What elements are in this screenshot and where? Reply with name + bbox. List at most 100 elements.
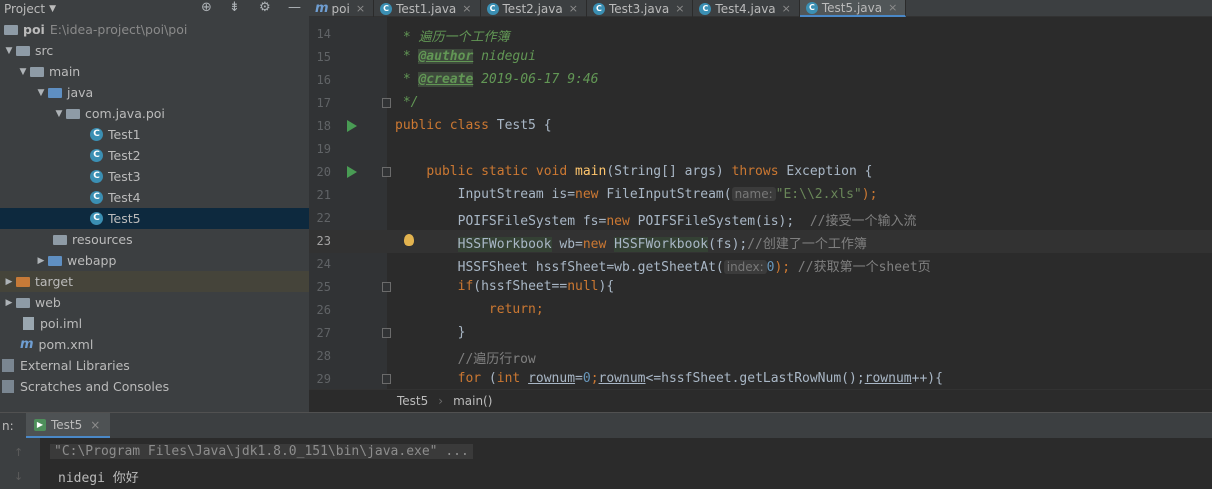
resources-folder-icon — [53, 234, 67, 245]
tree-item-web[interactable]: ▶ web — [0, 292, 309, 313]
tree-item-test1[interactable]: C Test1 — [0, 124, 309, 145]
tree-item-label: Test3 — [108, 169, 141, 184]
close-icon[interactable]: × — [569, 2, 578, 15]
java-class-icon: C — [699, 2, 712, 15]
tab-test3[interactable]: C Test3.java × — [587, 0, 694, 17]
folder-icon — [16, 297, 30, 308]
tree-item-target[interactable]: ▶ target — [0, 271, 309, 292]
code-line[interactable]: 15 * @author nidegui — [309, 46, 1212, 69]
arrow-down-icon[interactable]: ↓ — [14, 470, 23, 483]
tab-label: Test4.java — [715, 1, 776, 16]
code-text: (hssfSheet== — [473, 279, 568, 294]
excluded-folder-icon — [16, 276, 30, 287]
code-line[interactable]: 26 return; — [309, 299, 1212, 322]
code-line-current[interactable]: 23 HSSFWorkbook wb=new HSSFWorkbook(fs);… — [309, 230, 1212, 253]
code-line[interactable]: 19 — [309, 138, 1212, 161]
code-line[interactable]: 29 for (int rownum=0;rownum<=hssfSheet.g… — [309, 368, 1212, 389]
chevron-right-icon[interactable]: ▶ — [34, 256, 48, 266]
code-text: ){ — [598, 279, 615, 294]
tab-poi[interactable]: m poi × — [309, 0, 375, 17]
tree-item-src[interactable]: ▼ src — [0, 40, 309, 61]
tree-item-label: pom.xml — [38, 337, 94, 352]
collapse-icon[interactable]: ⇟ — [229, 0, 240, 15]
breadcrumb-method[interactable]: main() — [453, 394, 492, 408]
fold-marker-icon[interactable] — [382, 167, 391, 177]
fold-marker-icon[interactable] — [382, 282, 391, 292]
code-line[interactable]: 22 POIFSFileSystem fs=new POIFSFileSyste… — [309, 207, 1212, 230]
tree-item-label: poi.iml — [40, 316, 83, 331]
tree-item-external-libraries[interactable]: External Libraries — [0, 355, 309, 376]
tree-item-test2[interactable]: C Test2 — [0, 145, 309, 166]
tree-item-main[interactable]: ▼ main — [0, 61, 309, 82]
code-text: FileInputStream( — [598, 187, 732, 202]
code-line[interactable]: 17 */ — [309, 92, 1212, 115]
tab-test5[interactable]: C Test5.java × — [799, 0, 907, 17]
code-line[interactable]: 16 * @create 2019-06-17 9:46 — [309, 69, 1212, 92]
close-icon[interactable]: × — [462, 2, 471, 15]
run-tab-test5[interactable]: ▶ Test5 × — [26, 413, 111, 438]
line-number: 19 — [316, 142, 331, 156]
close-icon[interactable]: × — [90, 418, 100, 432]
arrow-up-icon[interactable]: ↑ — [14, 446, 23, 459]
code-line[interactable]: 14 * 遍历一个工作簿 — [309, 23, 1212, 46]
tab-test1[interactable]: C Test1.java × — [374, 0, 481, 17]
fold-marker-icon[interactable] — [382, 374, 391, 384]
tree-item-poi-iml[interactable]: poi.iml — [0, 313, 309, 334]
breadcrumb-class[interactable]: Test5 — [397, 394, 428, 408]
chevron-down-icon[interactable]: ▼ — [16, 67, 30, 77]
tab-test4[interactable]: C Test4.java × — [693, 0, 800, 17]
code-text: (fs); — [708, 237, 748, 252]
tree-item-pom[interactable]: m pom.xml — [0, 334, 309, 355]
line-number: 23 — [316, 234, 331, 248]
tab-label: Test2.java — [502, 1, 563, 16]
fold-marker-icon[interactable] — [382, 328, 391, 338]
run-gutter-icon[interactable] — [347, 120, 357, 132]
chevron-down-icon[interactable]: ▼ — [2, 46, 16, 56]
code-line[interactable]: 24 HSSFSheet hssfSheet=wb.getSheetAt(ind… — [309, 253, 1212, 276]
tree-item-resources[interactable]: resources — [0, 229, 309, 250]
run-gutter-icon[interactable] — [347, 166, 357, 178]
hide-icon[interactable]: — — [288, 0, 301, 15]
console-command[interactable]: "C:\Program Files\Java\jdk1.8.0_151\bin\… — [50, 444, 473, 459]
java-class-icon: C — [90, 170, 103, 183]
code-text: } — [457, 325, 466, 340]
code-line[interactable]: 21 InputStream is=new FileInputStream(na… — [309, 184, 1212, 207]
code-line[interactable]: 20 public static void main(String[] args… — [309, 161, 1212, 184]
chevron-right-icon[interactable]: ▶ — [2, 298, 16, 308]
chevron-down-icon[interactable]: ▼ — [49, 4, 56, 14]
code-line[interactable]: 28 //遍历行row — [309, 345, 1212, 368]
chevron-right-icon: › — [438, 394, 444, 408]
line-number: 27 — [316, 326, 331, 340]
chevron-right-icon[interactable]: ▶ — [2, 277, 16, 287]
close-icon[interactable]: × — [888, 1, 897, 14]
tree-item-test3[interactable]: C Test3 — [0, 166, 309, 187]
tree-item-poi[interactable]: poi E:\idea-project\poi\poi — [0, 19, 309, 40]
close-icon[interactable]: × — [782, 2, 791, 15]
tree-item-package[interactable]: ▼ com.java.poi — [0, 103, 309, 124]
close-icon[interactable]: × — [356, 2, 365, 15]
console-output[interactable]: "C:\Program Files\Java\jdk1.8.0_151\bin\… — [40, 438, 1212, 489]
tree-item-test4[interactable]: C Test4 — [0, 187, 309, 208]
javadoc-tag: @create — [418, 72, 474, 87]
project-path: E:\idea-project\poi\poi — [49, 22, 188, 37]
tree-item-webapp[interactable]: ▶ webapp — [0, 250, 309, 271]
package-icon — [66, 108, 80, 119]
tree-item-label: External Libraries — [20, 358, 130, 373]
tree-item-test5[interactable]: C Test5 — [0, 208, 309, 229]
code-line[interactable]: 27 } — [309, 322, 1212, 345]
fold-marker-icon[interactable] — [382, 98, 391, 108]
run-header: n: ▶ Test5 × — [0, 413, 1212, 438]
code-line[interactable]: 25 if(hssfSheet==null){ — [309, 276, 1212, 299]
tree-item-java[interactable]: ▼ java — [0, 82, 309, 103]
tree-item-scratches[interactable]: Scratches and Consoles — [0, 376, 309, 397]
code-line[interactable]: 18 public class Test5 { — [309, 115, 1212, 138]
close-icon[interactable]: × — [675, 2, 684, 15]
gear-icon[interactable]: ⚙ — [259, 0, 271, 15]
target-icon[interactable]: ⊕ — [201, 0, 212, 15]
chevron-down-icon[interactable]: ▼ — [34, 88, 48, 98]
project-header[interactable]: Project ▼ ⊕ ⇟ ⚙ — — [0, 0, 309, 17]
chevron-down-icon[interactable]: ▼ — [52, 109, 66, 119]
code-editor[interactable]: 14 * 遍历一个工作簿 15 * @author nidegui 16 * @… — [309, 17, 1212, 389]
tab-test2[interactable]: C Test2.java × — [481, 0, 587, 17]
code-keyword: return — [488, 302, 536, 317]
